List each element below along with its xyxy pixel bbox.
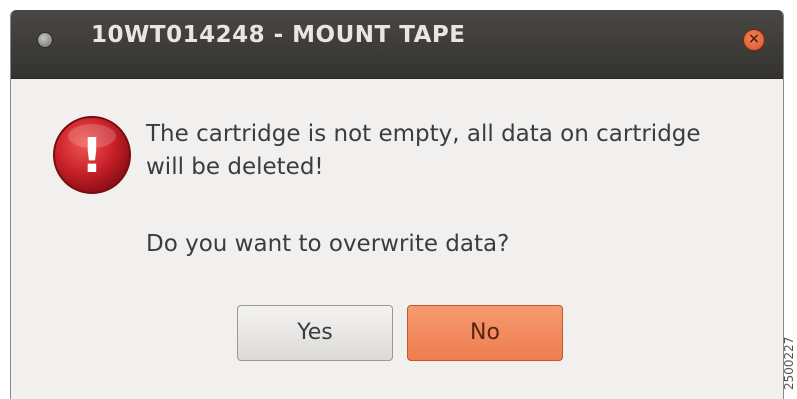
close-icon[interactable]: × <box>743 29 765 51</box>
warning-glyph: ! <box>81 128 103 184</box>
window-dot-icon <box>37 32 53 48</box>
title-bar[interactable]: 10WT014248 - MOUNT TAPE × <box>11 10 783 79</box>
no-button[interactable]: No <box>407 305 563 361</box>
warning-icon: ! <box>53 116 131 194</box>
mount-tape-dialog: 10WT014248 - MOUNT TAPE × ! The cartridg… <box>10 10 784 399</box>
dialog-message: The cartridge is not empty, all data on … <box>146 121 701 180</box>
yes-button[interactable]: Yes <box>237 305 393 361</box>
window-title: 10WT014248 - MOUNT TAPE <box>91 22 466 48</box>
dialog-question: Do you want to overwrite data? <box>146 231 510 257</box>
figure-code: 2500227 <box>782 336 796 390</box>
